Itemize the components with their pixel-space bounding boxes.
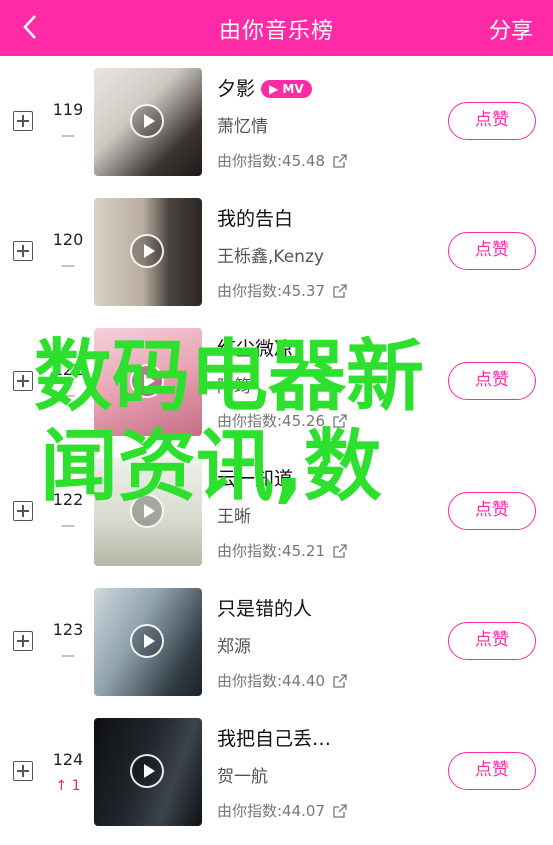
song-title[interactable]: 红尘微凉 [217, 334, 293, 361]
album-cover[interactable] [94, 68, 202, 176]
rank-number: 123 [52, 620, 84, 639]
add-icon[interactable] [13, 111, 33, 131]
share-button[interactable]: 分享 [489, 13, 533, 45]
play-icon[interactable] [130, 754, 164, 788]
album-cover[interactable] [94, 328, 202, 436]
external-link-icon[interactable] [333, 544, 347, 558]
rank-trend: — [61, 518, 75, 534]
album-cover[interactable] [94, 458, 202, 566]
like-button[interactable]: 点赞 [448, 232, 536, 270]
play-icon[interactable] [130, 364, 164, 398]
add-icon[interactable] [13, 371, 33, 391]
external-link-icon[interactable] [333, 804, 347, 818]
index-score: 由你指数:45.48 [217, 150, 347, 171]
list-item[interactable]: 123 — 只是错的人 郑源 由你指数:44.40 点赞 [0, 576, 553, 706]
singer-name[interactable]: 萧忆情 [217, 112, 268, 137]
list-item[interactable]: 120 — 我的告白 王栎鑫,Kenzy 由你指数:45.37 点赞 [0, 186, 553, 316]
index-score: 由你指数:44.07 [217, 800, 347, 821]
rank-trend: — [61, 388, 75, 404]
rank-number: 124 [52, 750, 84, 769]
like-button[interactable]: 点赞 [448, 492, 536, 530]
external-link-icon[interactable] [333, 284, 347, 298]
play-icon[interactable] [130, 624, 164, 658]
external-link-icon[interactable] [333, 414, 347, 428]
index-score: 由你指数:45.26 [217, 410, 347, 431]
singer-name[interactable]: 陆筠 [217, 372, 251, 397]
add-icon[interactable] [13, 631, 33, 651]
index-score: 由你指数:45.21 [217, 540, 347, 561]
rank-trend: — [61, 128, 75, 144]
rank-number: 122 [52, 490, 84, 509]
top-bar: 由你音乐榜 分享 [0, 0, 553, 56]
rank-trend: — [61, 258, 75, 274]
album-cover[interactable] [94, 718, 202, 826]
like-button[interactable]: 点赞 [448, 362, 536, 400]
page-title: 由你音乐榜 [218, 19, 334, 44]
rank-number: 121 [52, 360, 84, 379]
rank-trend: ↑ 1 [55, 778, 81, 794]
list-item[interactable]: 122 — 云一知道 王晰 由你指数:45.21 点赞 [0, 446, 553, 576]
album-cover[interactable] [94, 588, 202, 696]
song-title[interactable]: 夕影 ▶ MV [217, 74, 312, 101]
singer-name[interactable]: 郑源 [217, 632, 251, 657]
rank-number: 119 [52, 100, 84, 119]
song-title[interactable]: 只是错的人 [217, 594, 312, 621]
mv-badge[interactable]: ▶ MV [261, 80, 312, 98]
album-cover[interactable] [94, 198, 202, 306]
external-link-icon[interactable] [333, 154, 347, 168]
rank-number: 120 [52, 230, 84, 249]
add-icon[interactable] [13, 241, 33, 261]
play-icon[interactable] [130, 494, 164, 528]
singer-name[interactable]: 贺一航 [217, 762, 268, 787]
list-item[interactable]: 119 — 夕影 ▶ MV 萧忆情 由你指数:45.48 点赞 [0, 56, 553, 186]
index-score: 由你指数:45.37 [217, 280, 347, 301]
song-title[interactable]: 我的告白 [217, 204, 293, 231]
song-title[interactable]: 云一知道 [217, 464, 293, 491]
play-icon[interactable] [130, 104, 164, 138]
like-button[interactable]: 点赞 [448, 622, 536, 660]
external-link-icon[interactable] [333, 674, 347, 688]
add-icon[interactable] [13, 501, 33, 521]
singer-name[interactable]: 王栎鑫,Kenzy [217, 242, 324, 267]
song-title[interactable]: 我把自己丢… [217, 724, 331, 751]
like-button[interactable]: 点赞 [448, 102, 536, 140]
play-icon[interactable] [130, 234, 164, 268]
rank-trend: — [61, 648, 75, 664]
index-score: 由你指数:44.40 [217, 670, 347, 691]
like-button[interactable]: 点赞 [448, 752, 536, 790]
add-icon[interactable] [13, 761, 33, 781]
list-item[interactable]: 124 ↑ 1 我把自己丢… 贺一航 由你指数:44.07 点赞 [0, 706, 553, 836]
singer-name[interactable]: 王晰 [217, 502, 251, 527]
list-item[interactable]: 121 — 红尘微凉 陆筠 由你指数:45.26 点赞 [0, 316, 553, 446]
